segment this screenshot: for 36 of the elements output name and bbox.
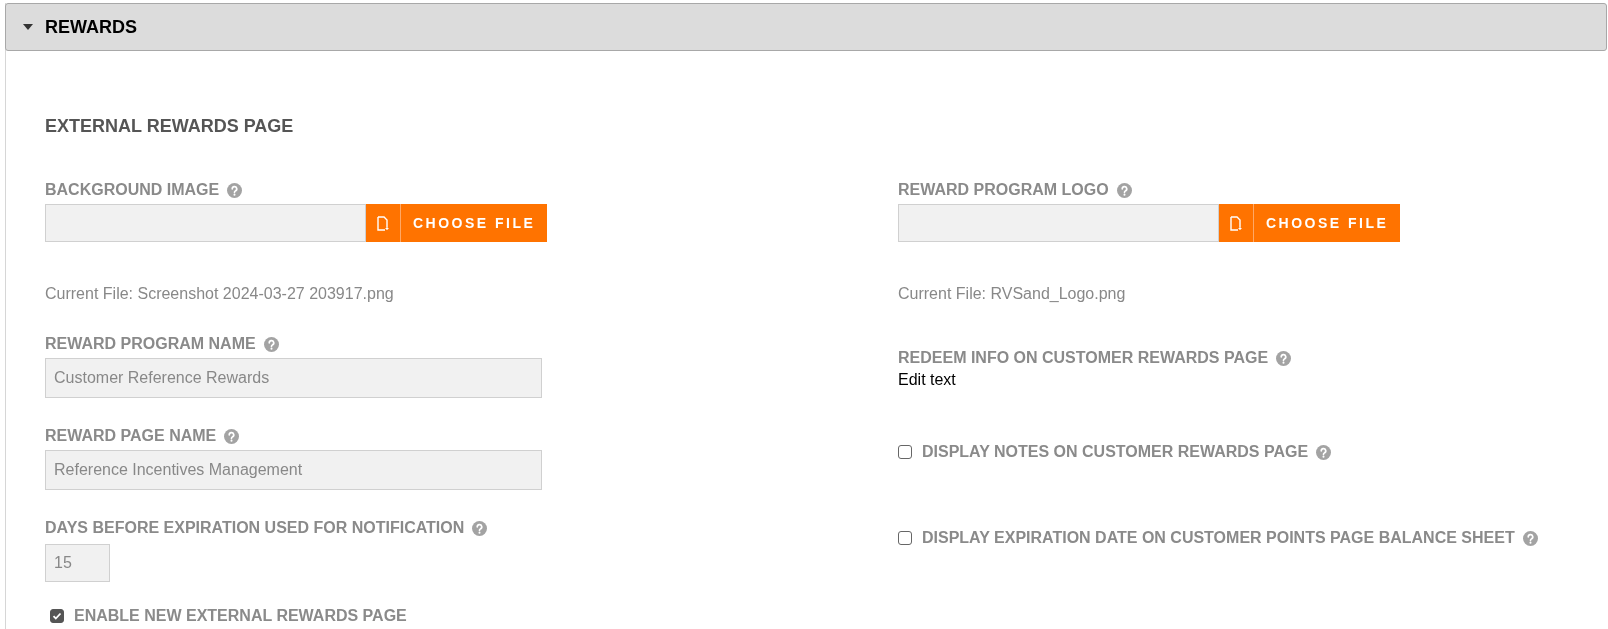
field-label: REWARD PROGRAM NAME — [45, 334, 256, 354]
help-icon[interactable] — [472, 520, 488, 536]
edit-text-link[interactable]: Edit text — [898, 370, 1538, 390]
help-icon[interactable] — [1316, 444, 1332, 460]
section-title: EXTERNAL REWARDS PAGE — [45, 115, 294, 138]
field-label: DISPLAY NOTES ON CUSTOMER REWARDS PAGE — [922, 442, 1309, 462]
choose-file-button[interactable]: CHOOSE FILE — [366, 204, 548, 242]
help-icon[interactable] — [1276, 350, 1292, 366]
field-label: REWARD PAGE NAME — [45, 426, 217, 446]
field-label: DAYS BEFORE EXPIRATION USED FOR NOTIFICATION — [45, 518, 465, 538]
checkbox[interactable] — [898, 531, 912, 545]
help-icon[interactable] — [224, 428, 240, 444]
field-label: REDEEM INFO ON CUSTOMER REWARDS PAGE — [898, 348, 1269, 368]
checkmark-icon — [52, 611, 62, 621]
field-label: REWARD PROGRAM LOGO — [898, 180, 1109, 200]
field-label: ENABLE NEW EXTERNAL REWARDS PAGE — [74, 606, 407, 626]
file-icon — [377, 215, 389, 231]
help-icon[interactable] — [1116, 182, 1132, 198]
caret-icon — [23, 24, 33, 30]
text-field[interactable]: Reference Incentives Management — [45, 450, 542, 490]
help-icon[interactable] — [227, 182, 243, 198]
checkbox[interactable] — [898, 445, 912, 459]
panel-header[interactable]: REWARDS — [5, 3, 1607, 51]
field-label: BACKGROUND IMAGE — [45, 180, 220, 200]
text-field[interactable]: Customer Reference Rewards — [45, 358, 542, 398]
field-label: DISPLAY EXPIRATION DATE ON CUSTOMER POINTS PAGE BALANCE SHEET — [922, 528, 1515, 548]
checkbox[interactable] — [50, 609, 64, 623]
number-field[interactable]: 15 — [45, 544, 110, 582]
current-file-text: Current File: Screenshot 2024-03-27 203917.png — [45, 284, 395, 304]
help-icon[interactable] — [263, 336, 279, 352]
file-name-field[interactable] — [898, 204, 1219, 242]
help-icon[interactable] — [1522, 530, 1538, 546]
file-name-field[interactable] — [45, 204, 366, 242]
file-icon — [1230, 215, 1242, 231]
choose-file-button[interactable]: CHOOSE FILE — [1219, 204, 1401, 242]
current-file-text: Current File: RVSand_Logo.png — [898, 284, 1127, 304]
